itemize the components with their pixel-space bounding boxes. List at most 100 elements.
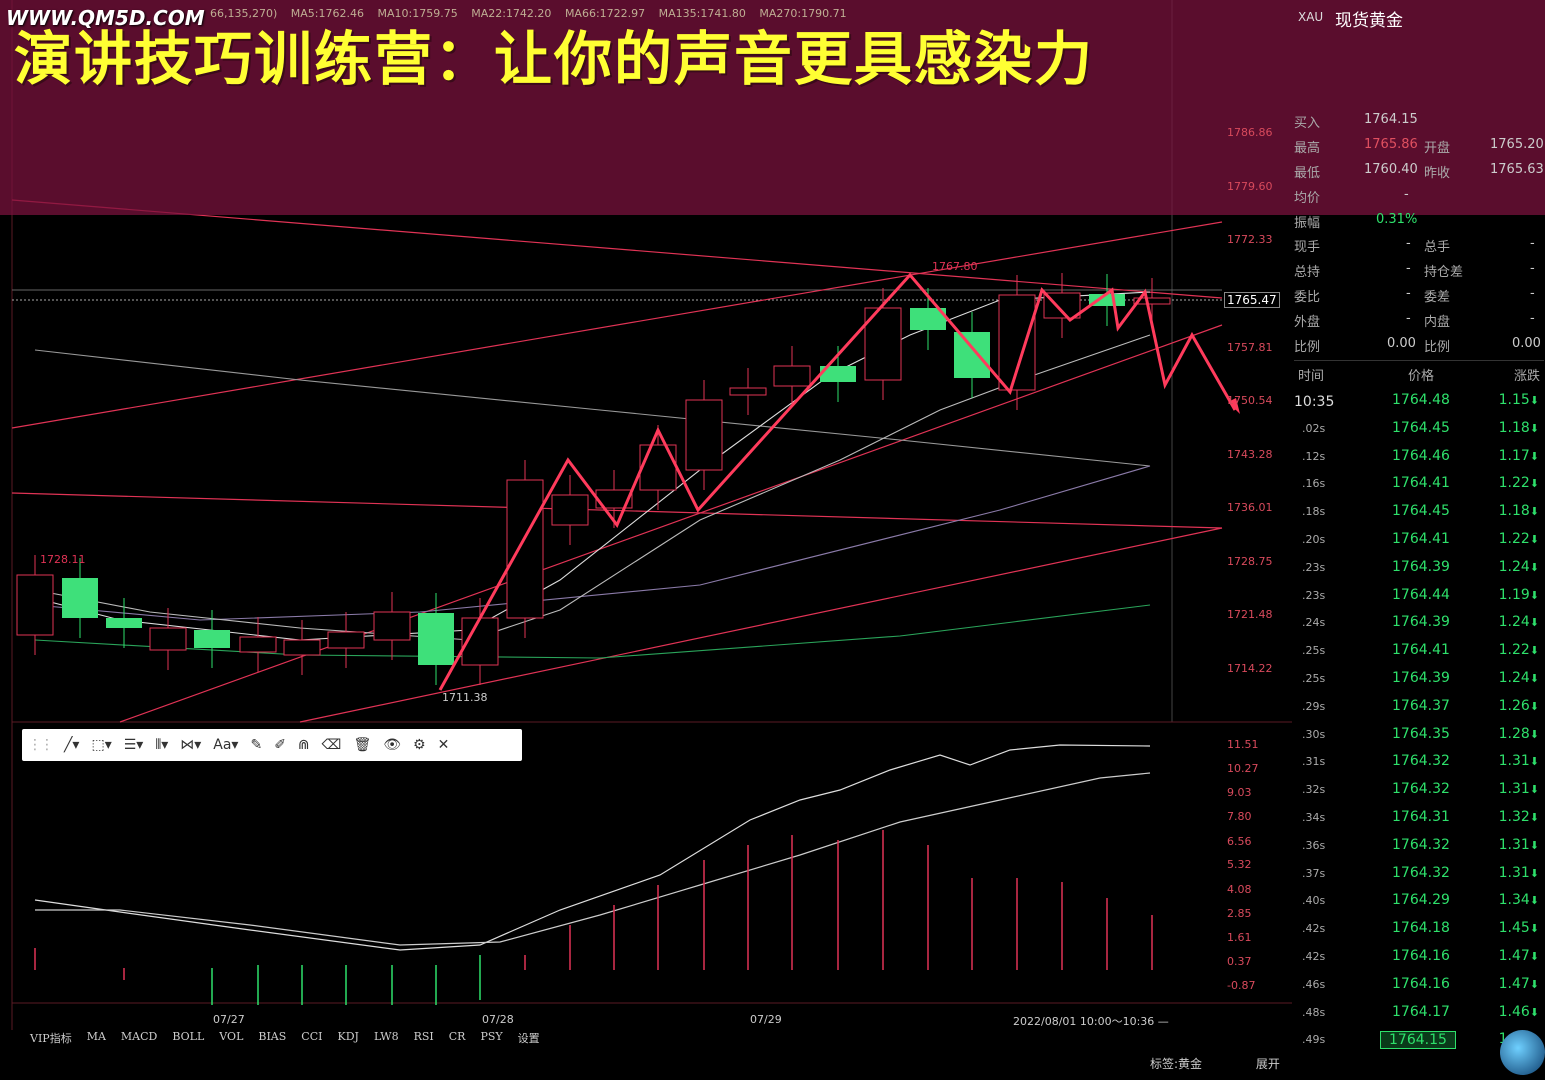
price-tick: 1743.28 (1227, 448, 1273, 461)
text-tool-button[interactable]: Aa ▾ (213, 737, 238, 753)
line-tool-icon[interactable]: ╱▾ (64, 737, 79, 753)
tab-settings[interactable]: 设置 (518, 1030, 540, 1048)
down-arrow-icon: ⬇ (1529, 727, 1539, 741)
tab-vol[interactable]: VOL (219, 1030, 243, 1048)
tick-change-value: 1.24 (1498, 614, 1530, 631)
tick-change: 1.28⬇ (1499, 726, 1539, 742)
tick-row: .23s 1764.44 1.19⬇ (1292, 583, 1545, 611)
quote-row-high: 最高 1765.86 开盘 1765.20 (1294, 133, 1544, 157)
zigzag-drawing (438, 272, 1237, 691)
indicator-tick: 5.32 (1227, 858, 1252, 871)
down-arrow-icon: ⬇ (1529, 421, 1539, 435)
tick-price: 1764.46 (1392, 447, 1450, 464)
tick-row: .31s 1764.32 1.31⬇ (1292, 749, 1545, 777)
current-price-label: 1765.47 (1224, 292, 1280, 308)
pct2-value: 0.00 (1512, 336, 1541, 351)
tab-boll[interactable]: BOLL (172, 1030, 204, 1048)
candle-body (16, 574, 54, 636)
tick-row: .34s 1764.31 1.32⬇ (1292, 805, 1545, 833)
gann-tool-icon[interactable]: ⫴▾ (155, 737, 168, 753)
tick-price: 1764.41 (1392, 475, 1450, 492)
tick-price: 1764.39 (1392, 670, 1450, 686)
down-arrow-icon: ⬇ (1529, 783, 1539, 797)
indicator-tick: -0.87 (1227, 979, 1256, 992)
tick-time: .46s (1302, 977, 1326, 991)
indicator-tick: 10.27 (1227, 762, 1259, 775)
close-icon[interactable]: ✕ (438, 737, 450, 753)
eraser-icon[interactable]: ⌫ (322, 737, 342, 753)
trash-icon[interactable]: 🗑 (353, 737, 371, 753)
price-tick: 1786.86 (1227, 126, 1273, 139)
tab-macd[interactable]: MACD (121, 1030, 157, 1048)
candle-body (506, 479, 544, 619)
tick-change-value: 1.34 (1498, 892, 1530, 909)
tick-row: .32s 1764.32 1.31⬇ (1292, 777, 1545, 805)
tick-price: 1764.45 (1392, 419, 1450, 436)
candlestick-chart[interactable] (0, 0, 1292, 1080)
tab-rsi[interactable]: RSI (414, 1030, 434, 1048)
tick-change-value: 1.18 (1498, 419, 1530, 436)
tick-row: .42s 1764.16 1.47⬇ (1292, 944, 1545, 972)
in-label: 内盘 (1424, 315, 1451, 330)
candle-body (149, 627, 187, 651)
expand-button[interactable]: 展开 (1256, 1057, 1280, 1071)
tab-bias[interactable]: BIAS (258, 1030, 286, 1048)
tick-price: 1764.17 (1392, 1003, 1450, 1020)
down-arrow-icon: ⬇ (1529, 922, 1539, 936)
tick-change-value: 1.46 (1498, 1003, 1530, 1020)
tick-row: .46s 1764.16 1.47⬇ (1292, 972, 1545, 1000)
ticks-header-price: 价格 (1408, 369, 1435, 384)
tick-change-value: 1.26 (1498, 697, 1530, 714)
open-label: 开盘 (1424, 141, 1451, 156)
shape-tool-icon[interactable]: ⬚▾ (91, 737, 111, 753)
tick-change-value: 1.22 (1498, 642, 1530, 659)
price-tick: 1736.01 (1227, 501, 1273, 514)
gear-icon[interactable]: ⚙ (413, 737, 426, 753)
brush-icon[interactable]: ✐ (274, 737, 286, 753)
candle-body (373, 611, 411, 641)
buy-label: 买入 (1294, 116, 1321, 131)
candle-body (239, 636, 277, 653)
candle-body (551, 494, 589, 526)
eye-icon[interactable]: 👁 (383, 737, 401, 753)
tab-psy[interactable]: PSY (480, 1030, 502, 1048)
down-arrow-icon: ⬇ (1529, 811, 1539, 824)
tick-price: 1764.35 (1392, 725, 1450, 742)
tick-row: .30s 1764.35 1.28⬇ (1292, 722, 1545, 750)
fib-tool-icon[interactable]: ☰▾ (124, 737, 144, 753)
tick-change-value: 1.31 (1498, 836, 1530, 853)
pencil-icon[interactable]: ✎ (250, 737, 262, 753)
out-label: 外盘 (1294, 315, 1321, 330)
indicator-tick: 0.37 (1227, 955, 1252, 968)
tab-cci[interactable]: CCI (301, 1030, 322, 1048)
tick-time: .12s (1302, 449, 1326, 463)
magnet-icon[interactable]: ⋒ (298, 737, 310, 753)
tick-row: .20s 1764.41 1.22⬇ (1292, 527, 1545, 555)
drag-handle[interactable]: ⋮⋮ (28, 737, 54, 753)
down-arrow-icon: ⬇ (1529, 755, 1539, 769)
tick-row: 10:35 1764.48 1.15⬇ (1292, 388, 1545, 416)
indicator-tick: 1.61 (1227, 931, 1252, 944)
candle-body (639, 444, 677, 491)
tick-time: .42s (1302, 922, 1326, 936)
tab-ma[interactable]: MA (87, 1030, 106, 1048)
date-label: 07/27 (213, 1013, 245, 1026)
tick-change-value: 1.31 (1498, 781, 1530, 798)
tab-cr[interactable]: CR (449, 1030, 466, 1048)
pattern-tool-icon[interactable]: ⋈▾ (180, 737, 201, 753)
amplitude-value: 0.31% (1376, 212, 1418, 227)
indicator-tick: 11.51 (1227, 738, 1259, 751)
tick-row: .23s 1764.39 1.24⬇ (1292, 555, 1545, 583)
tab-lw8[interactable]: LW8 (374, 1030, 399, 1048)
tick-price: 1764.29 (1392, 892, 1450, 909)
tab-vip[interactable]: VIP指标 (30, 1030, 72, 1048)
tick-price: 1764.31 (1392, 809, 1450, 825)
tick-change-value: 1.28 (1498, 725, 1530, 742)
tick-change: 1.34⬇ (1499, 892, 1539, 908)
diff-value: - (1530, 286, 1535, 301)
candles (16, 273, 1171, 685)
indicator-tick: 6.56 (1227, 835, 1252, 848)
tick-change: 1.31⬇ (1499, 781, 1539, 797)
tab-kdj[interactable]: KDJ (337, 1030, 358, 1048)
tick-change-value: 1.32 (1498, 809, 1530, 825)
